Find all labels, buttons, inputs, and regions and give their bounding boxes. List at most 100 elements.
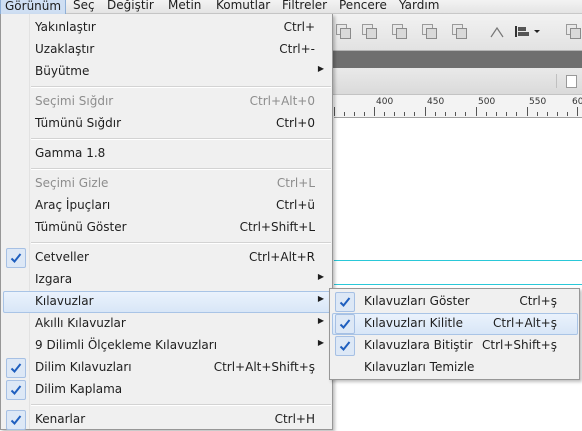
menu-separator [31,242,331,244]
menu-item-shortcut: Ctrl+ü [275,198,315,212]
menu-item-shortcut: Ctrl+ [283,20,315,34]
menu-bar: Görünüm Seç Değiştir Metin Komutlar Filt… [0,0,582,14]
menu-gorunum[interactable]: Görünüm [0,0,67,14]
menu-item-slice-overlay[interactable]: Dilim Kaplama [3,379,331,401]
submenu-arrow-icon: ▶ [317,338,324,347]
menu-item-label: Uzaklaştır [35,42,95,56]
menu-item-label: Tümünü Sığdır [35,116,122,130]
menu-item-shortcut: Ctrl+ş [519,294,557,308]
check-icon [6,380,26,400]
guide-line[interactable] [334,284,582,285]
menu-item-magnification[interactable]: Büyütme ▶ [3,61,331,83]
menu-item-label: Gamma 1.8 [35,146,106,160]
combine-icon[interactable] [336,24,351,39]
check-icon [6,410,26,430]
menu-item-label: Kılavuzları Kilitle [364,316,463,330]
menu-item-zoom-in[interactable]: Yakınlaştır Ctrl+ [3,17,331,39]
menu-item-show-all[interactable]: Tümünü Göster Ctrl+Shift+L [3,217,331,239]
check-icon [335,314,355,334]
menu-item-label: Kılavuzları Göster [364,294,470,308]
horizontal-ruler: 400 450 500 550 60 [334,95,582,118]
menu-item-9-slice-guides[interactable]: 9 Dilimli Ölçekleme Kılavuzları ▶ [3,335,331,357]
new-page-icon[interactable] [566,75,577,88]
ruler-label: 400 [376,97,394,107]
ungroup-icon[interactable] [392,24,407,39]
submenu-item-lock-guides[interactable]: Kılavuzları Kilitle Ctrl+Alt+ş [332,313,578,335]
group-icon[interactable] [362,24,377,39]
menu-item-label: Izgara [35,272,73,286]
menu-item-shortcut: Ctrl+Alt+0 [249,94,315,108]
menu-item-label: Seçimi Gizle [35,176,109,190]
menu-item-shortcut: Ctrl+0 [275,116,315,130]
guide-line[interactable] [334,260,582,261]
menu-item-grid[interactable]: Izgara ▶ [3,269,331,291]
menu-sec[interactable]: Seç [69,0,99,13]
menu-item-rulers[interactable]: Cetveller Ctrl+Alt+R [3,247,331,269]
menu-item-shortcut: Ctrl+Shift+L [239,220,315,234]
menu-item-fit-selection[interactable]: Seçimi Sığdır Ctrl+Alt+0 [3,91,331,113]
menu-item-label: Kılavuzlar [35,294,94,308]
menu-item-label: Araç İpuçları [35,198,111,212]
menu-item-shortcut: Ctrl+Alt+R [248,250,315,264]
menu-filtreler[interactable]: Filtreler [278,0,331,13]
ruler-label: 450 [427,97,445,107]
menu-item-slice-guides[interactable]: Dilim Kılavuzları Ctrl+Alt+Shift+ş [3,357,331,379]
menu-item-label: Dilim Kaplama [35,382,123,396]
bring-forward-icon[interactable] [422,24,437,39]
ruler-label: 500 [478,97,496,107]
check-icon [335,292,355,312]
submenu-arrow-icon: ▶ [317,64,324,73]
menu-item-label: Dilim Kılavuzları [35,360,132,374]
check-icon [6,248,26,268]
menu-item-shortcut: Ctrl+L [276,176,315,190]
menu-item-zoom-out[interactable]: Uzaklaştır Ctrl+- [3,39,331,61]
submenu-arrow-icon: ▶ [317,316,324,325]
menu-item-shortcut: Ctrl+H [274,412,315,426]
ruler-label: 550 [529,97,547,107]
menu-item-shortcut: Ctrl+Alt+Shift+ş [213,360,315,374]
menu-item-label: 9 Dilimli Ölçekleme Kılavuzları [35,338,218,352]
menu-degistir[interactable]: Değiştir [103,0,158,13]
menu-item-label: Akıllı Kılavuzlar [35,316,126,330]
menu-item-tool-tips[interactable]: Araç İpuçları Ctrl+ü [3,195,331,217]
menu-separator [31,168,331,170]
menu-metin[interactable]: Metin [164,0,205,13]
guides-submenu: Kılavuzları Göster Ctrl+ş Kılavuzları Ki… [329,288,580,380]
menu-item-shortcut: Ctrl+Alt+ş [493,316,557,330]
menu-item-label: Kenarlar [35,412,86,426]
menu-item-label: Cetveller [35,250,89,264]
menu-item-label: Yakınlaştır [35,20,96,34]
view-menu: Yakınlaştır Ctrl+ Uzaklaştır Ctrl+- Büyü… [0,14,333,430]
menu-item-label: Kılavuzlara Bitiştir [364,338,473,352]
submenu-arrow-icon: ▶ [317,272,324,281]
submenu-item-clear-guides[interactable]: Kılavuzları Temizle [332,357,578,379]
menu-item-label: Seçimi Sığdır [35,94,114,108]
menu-item-guides[interactable]: Kılavuzlar ▶ [3,291,331,313]
document-canvas[interactable] [334,118,582,430]
menu-item-shortcut: Ctrl+- [279,42,315,56]
send-backward-icon[interactable] [452,24,467,39]
submenu-item-show-guides[interactable]: Kılavuzları Göster Ctrl+ş [332,291,578,313]
menu-item-smart-guides[interactable]: Akıllı Kılavuzlar ▶ [3,313,331,335]
flip-icon[interactable] [490,26,504,40]
submenu-arrow-icon: ▶ [317,294,324,303]
check-icon [6,358,26,378]
page-icon[interactable] [566,24,581,39]
menu-item-shortcut: Ctrl+Shift+ş [482,338,557,352]
menu-separator [31,138,331,140]
menu-item-gamma[interactable]: Gamma 1.8 [3,143,331,165]
menu-item-edges[interactable]: Kenarlar Ctrl+H [3,409,331,431]
menu-pencere[interactable]: Pencere [335,0,391,13]
menu-item-label: Büyütme [35,64,90,78]
menu-komutlar[interactable]: Komutlar [212,0,274,13]
menu-item-hide-selection[interactable]: Seçimi Gizle Ctrl+L [3,173,331,195]
menu-separator [31,86,331,88]
ruler-label: 60 [572,97,582,107]
align-icon[interactable] [514,24,542,38]
submenu-item-snap-to-guides[interactable]: Kılavuzlara Bitiştir Ctrl+Shift+ş [332,335,578,357]
menu-separator [31,404,331,406]
menu-item-label: Tümünü Göster [35,220,127,234]
menu-item-fit-all[interactable]: Tümünü Sığdır Ctrl+0 [3,113,331,135]
check-icon [335,336,355,356]
menu-yardim[interactable]: Yardım [395,0,443,13]
